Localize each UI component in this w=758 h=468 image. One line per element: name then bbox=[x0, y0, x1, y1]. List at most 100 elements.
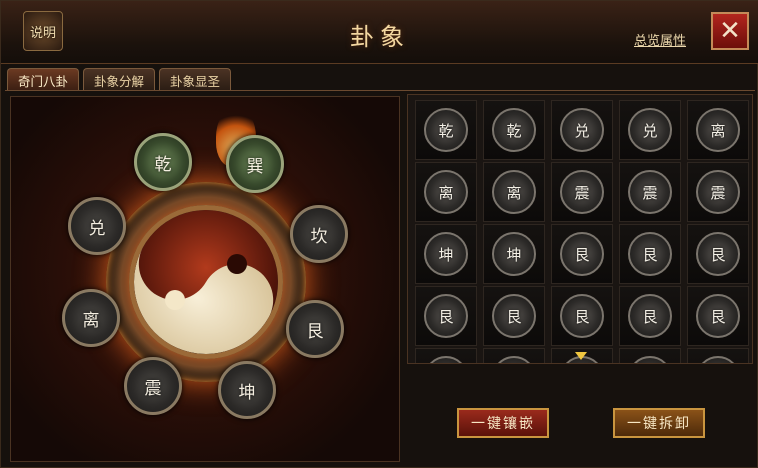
trigram-gem-icon: 震 bbox=[696, 170, 740, 214]
title-bar: 说明 卦象 总览属性 ✕ bbox=[1, 1, 758, 64]
gem-label: 艮 bbox=[574, 307, 590, 326]
bagua-slot-gen[interactable]: 艮 bbox=[286, 300, 344, 358]
tab-qimen-bagua[interactable]: 奇门八卦 bbox=[7, 68, 80, 91]
bagua-slot-li[interactable]: 离 bbox=[62, 289, 120, 347]
trigram-gem-icon: 艮 bbox=[560, 294, 604, 338]
bagua-window: 说明 卦象 总览属性 ✕ 奇门八卦 卦象分解 卦象显圣 乾 巽 坎 艮 坤 震 … bbox=[0, 0, 758, 468]
gem-label: 乾 bbox=[506, 121, 522, 140]
inventory-slot[interactable]: 坤 bbox=[415, 224, 477, 284]
trigram-gem-icon: 艮 bbox=[560, 232, 604, 276]
inventory-slot[interactable]: 艮 bbox=[687, 224, 749, 284]
inventory-slot[interactable]: 离 bbox=[687, 100, 749, 160]
inventory-slot[interactable]: 兑 bbox=[619, 100, 681, 160]
inventory-slot[interactable]: 乾 bbox=[483, 100, 545, 160]
trigram-gem-icon: 坤 bbox=[492, 232, 536, 276]
trigram-gem-icon: 艮 bbox=[424, 294, 468, 338]
gem-label: 兑 bbox=[574, 121, 590, 140]
trigram-gem-icon bbox=[424, 356, 468, 363]
trigram-gem-icon: 震 bbox=[560, 170, 604, 214]
remove-all-button[interactable]: 一键拆卸 bbox=[613, 408, 705, 438]
slot-label: 巽 bbox=[246, 156, 264, 177]
inventory-slot[interactable]: 艮 bbox=[619, 224, 681, 284]
bagua-slot-kun[interactable]: 坤 bbox=[218, 361, 276, 419]
gem-label: 艮 bbox=[574, 245, 590, 264]
gem-label: 乾 bbox=[438, 121, 454, 140]
slot-label: 艮 bbox=[306, 321, 324, 342]
gem-label: 艮 bbox=[642, 245, 658, 264]
trigram-gem-icon: 艮 bbox=[628, 294, 672, 338]
gem-label: 艮 bbox=[642, 307, 658, 326]
trigram-gem-icon: 震 bbox=[628, 170, 672, 214]
gem-label: 艮 bbox=[506, 307, 522, 326]
close-icon: ✕ bbox=[719, 16, 741, 46]
inventory-slot[interactable]: 艮 bbox=[687, 286, 749, 346]
yin-yang-icon bbox=[129, 205, 283, 359]
inventory-grid: 乾乾兑兑离离离震震震坤坤艮艮艮艮艮艮艮艮 bbox=[407, 94, 753, 364]
bagua-board: 乾 巽 坎 艮 坤 震 离 兑 bbox=[10, 96, 400, 462]
slot-label: 坤 bbox=[238, 382, 256, 403]
inventory-slot[interactable] bbox=[483, 348, 545, 363]
gem-label: 震 bbox=[710, 183, 726, 202]
inventory-slot[interactable]: 震 bbox=[551, 162, 613, 222]
close-button[interactable]: ✕ bbox=[711, 12, 749, 50]
inventory-slot[interactable]: 坤 bbox=[483, 224, 545, 284]
trigram-gem-icon: 离 bbox=[696, 108, 740, 152]
inventory-slot[interactable]: 震 bbox=[619, 162, 681, 222]
trigram-gem-icon: 乾 bbox=[424, 108, 468, 152]
trigram-gem-icon: 坤 bbox=[424, 232, 468, 276]
inventory-slot[interactable] bbox=[687, 348, 749, 363]
trigram-gem-icon: 艮 bbox=[628, 232, 672, 276]
tab-gua-decompose[interactable]: 卦象分解 bbox=[83, 68, 156, 91]
gem-label: 坤 bbox=[438, 245, 454, 264]
trigram-gem-icon: 乾 bbox=[492, 108, 536, 152]
inventory-slot[interactable]: 艮 bbox=[551, 286, 613, 346]
inventory-slot[interactable]: 艮 bbox=[551, 224, 613, 284]
overview-attributes-link[interactable]: 总览属性 bbox=[634, 30, 686, 49]
gem-label: 离 bbox=[438, 183, 454, 202]
inventory-slot[interactable]: 离 bbox=[415, 162, 477, 222]
inventory-slot[interactable] bbox=[619, 348, 681, 363]
inventory-slot[interactable]: 艮 bbox=[415, 286, 477, 346]
gem-label: 离 bbox=[710, 121, 726, 140]
inlay-all-button[interactable]: 一键镶嵌 bbox=[457, 408, 549, 438]
trigram-gem-icon bbox=[628, 356, 672, 363]
slot-label: 乾 bbox=[154, 154, 172, 175]
slot-label: 兑 bbox=[88, 218, 106, 239]
trigram-gem-icon: 离 bbox=[424, 170, 468, 214]
slot-label: 震 bbox=[144, 378, 162, 399]
tab-divider bbox=[5, 90, 755, 91]
trigram-gem-icon: 艮 bbox=[696, 232, 740, 276]
gem-label: 艮 bbox=[710, 245, 726, 264]
bagua-slot-dui[interactable]: 兑 bbox=[68, 197, 126, 255]
slot-label: 离 bbox=[82, 310, 100, 331]
gem-label: 坤 bbox=[506, 245, 522, 264]
trigram-gem-icon: 艮 bbox=[492, 294, 536, 338]
inventory-slot[interactable] bbox=[415, 348, 477, 363]
inventory-slot[interactable]: 离 bbox=[483, 162, 545, 222]
gem-label: 艮 bbox=[710, 307, 726, 326]
trigram-gem-icon: 艮 bbox=[696, 294, 740, 338]
inventory-slot[interactable]: 震 bbox=[687, 162, 749, 222]
gem-label: 兑 bbox=[642, 121, 658, 140]
bagua-slot-kan[interactable]: 坎 bbox=[290, 205, 348, 263]
trigram-gem-icon: 兑 bbox=[560, 108, 604, 152]
bagua-slot-xun[interactable]: 巽 bbox=[226, 135, 284, 193]
slot-label: 坎 bbox=[310, 226, 328, 247]
tab-gua-manifest[interactable]: 卦象显圣 bbox=[159, 68, 232, 91]
inventory-slot[interactable]: 艮 bbox=[483, 286, 545, 346]
gem-label: 艮 bbox=[438, 307, 454, 326]
trigram-gem-icon bbox=[696, 356, 740, 363]
bagua-slot-zhen[interactable]: 震 bbox=[124, 357, 182, 415]
trigram-gem-icon: 离 bbox=[492, 170, 536, 214]
trigram-gem-icon bbox=[492, 356, 536, 363]
tab-bar: 奇门八卦 卦象分解 卦象显圣 bbox=[7, 68, 232, 91]
bagua-slot-qian[interactable]: 乾 bbox=[134, 133, 192, 191]
inventory-slot[interactable]: 艮 bbox=[619, 286, 681, 346]
inventory-slot[interactable]: 乾 bbox=[415, 100, 477, 160]
gem-label: 离 bbox=[506, 183, 522, 202]
gem-label: 震 bbox=[642, 183, 658, 202]
trigram-gem-icon: 兑 bbox=[628, 108, 672, 152]
scroll-down-arrow-icon[interactable] bbox=[575, 352, 587, 360]
gem-label: 震 bbox=[574, 183, 590, 202]
inventory-slot[interactable]: 兑 bbox=[551, 100, 613, 160]
